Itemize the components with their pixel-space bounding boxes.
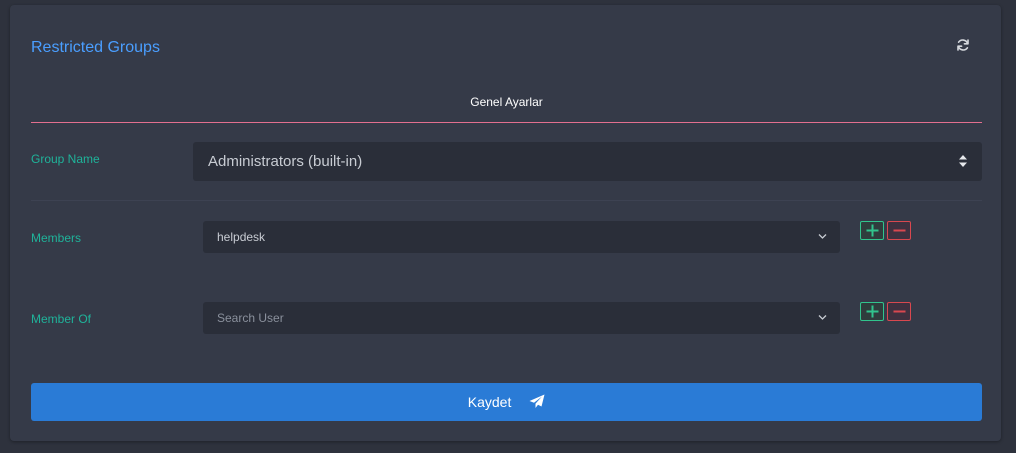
add-member-of-button[interactable]	[860, 302, 884, 321]
member-of-label: Member Of	[31, 312, 92, 326]
member-of-placeholder: Search User	[217, 311, 284, 325]
remove-member-of-button[interactable]	[887, 302, 911, 321]
group-name-value: Administrators (built-in)	[208, 153, 363, 170]
send-icon	[529, 394, 545, 409]
plus-icon	[866, 305, 879, 318]
minus-icon	[893, 310, 906, 313]
section-divider	[31, 200, 982, 201]
member-of-select[interactable]: Search User	[203, 302, 840, 334]
chevron-down-icon	[818, 234, 827, 239]
group-name-select[interactable]: Administrators (built-in)	[193, 142, 982, 181]
add-member-button[interactable]	[860, 221, 884, 240]
plus-icon	[866, 224, 879, 237]
save-button-label: Kaydet	[467, 394, 512, 410]
refresh-icon[interactable]	[956, 38, 972, 54]
tab-bar: Genel Ayarlar	[31, 91, 982, 123]
members-value: helpdesk	[217, 230, 266, 244]
members-select[interactable]: helpdesk	[203, 221, 840, 253]
sort-arrows-icon	[959, 155, 967, 167]
remove-member-button[interactable]	[887, 221, 911, 240]
panel-title: Restricted Groups	[31, 39, 160, 56]
restricted-groups-panel: Restricted Groups Genel Ayarlar Group Na…	[10, 5, 1001, 441]
minus-icon	[893, 229, 906, 232]
tab-genel-ayarlar[interactable]: Genel Ayarlar	[470, 93, 543, 111]
chevron-down-icon	[818, 315, 827, 320]
group-name-label: Group Name	[31, 152, 100, 166]
save-button[interactable]: Kaydet	[31, 383, 982, 421]
members-label: Members	[31, 231, 82, 245]
